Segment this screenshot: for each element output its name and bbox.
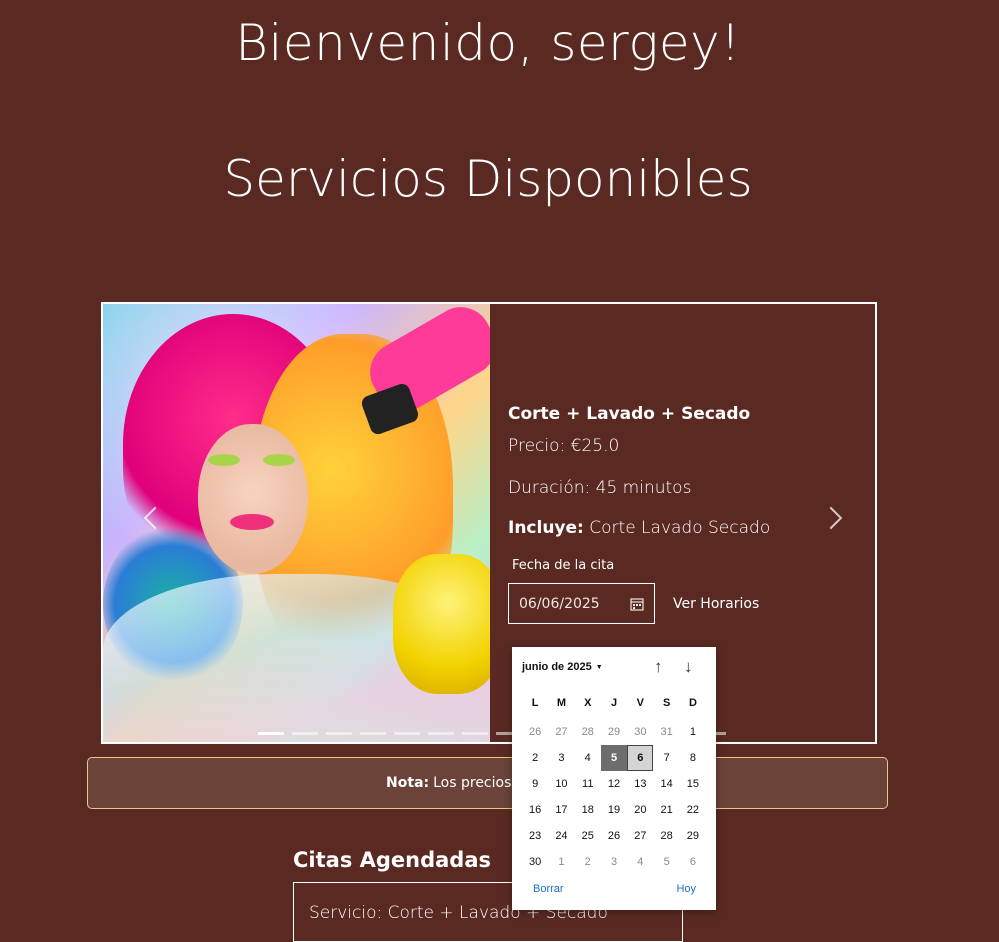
calendar-day[interactable]: 1 — [548, 849, 574, 875]
calendar-grid: L M X J V S D 26 27 28 29 30 31 1 2 3 4 5 6 7 8 9 10 11 12 13 14 15… — [522, 693, 706, 875]
calendar-day[interactable]: 5 — [653, 849, 679, 875]
calendar-day[interactable]: 12 — [601, 771, 627, 797]
weekday-header: X — [584, 697, 592, 709]
calendar-day[interactable]: 29 — [680, 823, 706, 849]
carousel-indicator[interactable] — [462, 732, 488, 735]
calendar-day[interactable]: 3 — [601, 849, 627, 875]
month-label: junio de 2025 — [522, 661, 592, 673]
calendar-day[interactable]: 28 — [653, 823, 679, 849]
welcome-heading: Bienvenido, sergey! — [235, 14, 741, 72]
calendar-day[interactable]: 19 — [601, 797, 627, 823]
calendar-day[interactable]: 2 — [575, 849, 601, 875]
includes-label: Incluye: — [508, 518, 584, 538]
date-picker-popup: junio de 2025 ▼ ↑ ↓ L M X J V S D 26 27 28 29 30 31 1… — [512, 647, 716, 910]
calendar-day[interactable]: 31 — [653, 719, 679, 745]
note-label: Nota: — [386, 775, 430, 791]
carousel-indicator[interactable] — [394, 732, 420, 735]
view-schedules-button[interactable]: Ver Horarios — [673, 596, 759, 612]
calendar-day[interactable]: 15 — [680, 771, 706, 797]
calendar-day[interactable]: 28 — [575, 719, 601, 745]
calendar-day[interactable]: 8 — [680, 745, 706, 771]
calendar-day[interactable]: 30 — [627, 719, 653, 745]
calendar-day[interactable]: 22 — [680, 797, 706, 823]
service-includes: Incluye: Corte Lavado Secado — [508, 518, 828, 538]
service-duration: Duración: 45 minutos — [508, 478, 692, 498]
calendar-day[interactable]: 2 — [522, 745, 548, 771]
services-carousel: Corte + Lavado + Secado Precio: €25.0 Du… — [101, 302, 877, 744]
appointment-date-input[interactable]: 06/06/2025 — [508, 583, 655, 624]
price-note: Nota: Los precios pueden es — [87, 757, 888, 809]
clear-date-button[interactable]: Borrar — [533, 883, 564, 895]
appointments-heading: Citas Agendadas — [293, 848, 492, 872]
calendar-day[interactable]: 26 — [522, 719, 548, 745]
calendar-day[interactable]: 24 — [548, 823, 574, 849]
service-info: Corte + Lavado + Secado Precio: €25.0 Du… — [508, 404, 828, 624]
calendar-day[interactable]: 27 — [548, 719, 574, 745]
weekday-header: D — [688, 697, 697, 709]
calendar-day[interactable]: 13 — [627, 771, 653, 797]
calendar-icon[interactable] — [630, 597, 644, 611]
carousel-indicator[interactable] — [428, 732, 454, 735]
calendar-day[interactable]: 4 — [627, 849, 653, 875]
calendar-day[interactable]: 5 — [600, 745, 628, 771]
carousel-indicator[interactable] — [258, 732, 284, 735]
carousel-indicator[interactable] — [292, 732, 318, 735]
calendar-day[interactable]: 21 — [653, 797, 679, 823]
calendar-day[interactable]: 6 — [680, 849, 706, 875]
previous-month-icon[interactable]: ↑ — [654, 657, 663, 677]
carousel-indicator[interactable] — [360, 732, 386, 735]
calendar-day[interactable]: 3 — [548, 745, 574, 771]
service-name: Corte + Lavado + Secado — [508, 404, 751, 424]
today-button[interactable]: Hoy — [676, 883, 696, 895]
calendar-day[interactable]: 4 — [575, 745, 601, 771]
services-heading: Servicios Disponibles — [223, 150, 753, 208]
includes-value: Corte Lavado Secado — [589, 518, 771, 538]
calendar-day[interactable]: 16 — [522, 797, 548, 823]
calendar-day[interactable]: 6 — [627, 745, 654, 771]
month-selector[interactable]: junio de 2025 ▼ — [522, 661, 603, 673]
weekday-header: S — [662, 697, 671, 709]
service-price: Precio: €25.0 — [508, 436, 620, 456]
weekday-header: J — [610, 697, 618, 709]
calendar-day[interactable]: 27 — [627, 823, 653, 849]
calendar-day[interactable]: 23 — [522, 823, 548, 849]
caret-down-icon: ▼ — [595, 663, 603, 671]
calendar-day[interactable]: 11 — [575, 771, 601, 797]
calendar-day[interactable]: 7 — [653, 745, 679, 771]
date-label: Fecha de la cita — [512, 558, 615, 573]
calendar-day[interactable]: 14 — [653, 771, 679, 797]
calendar-day[interactable]: 30 — [522, 849, 548, 875]
calendar-day[interactable]: 17 — [548, 797, 574, 823]
next-month-icon[interactable]: ↓ — [684, 657, 693, 677]
calendar-day[interactable]: 20 — [627, 797, 653, 823]
weekday-header: V — [636, 697, 644, 709]
calendar-day[interactable]: 1 — [680, 719, 706, 745]
weekday-header: M — [556, 697, 567, 709]
calendar-day[interactable]: 26 — [601, 823, 627, 849]
date-value: 06/06/2025 — [519, 595, 600, 612]
calendar-day[interactable]: 18 — [575, 797, 601, 823]
weekday-header: L — [531, 697, 539, 709]
calendar-day[interactable]: 10 — [548, 771, 574, 797]
carousel-indicator[interactable] — [326, 732, 352, 735]
calendar-day[interactable]: 29 — [601, 719, 627, 745]
calendar-day[interactable]: 25 — [575, 823, 601, 849]
calendar-day[interactable]: 9 — [522, 771, 548, 797]
